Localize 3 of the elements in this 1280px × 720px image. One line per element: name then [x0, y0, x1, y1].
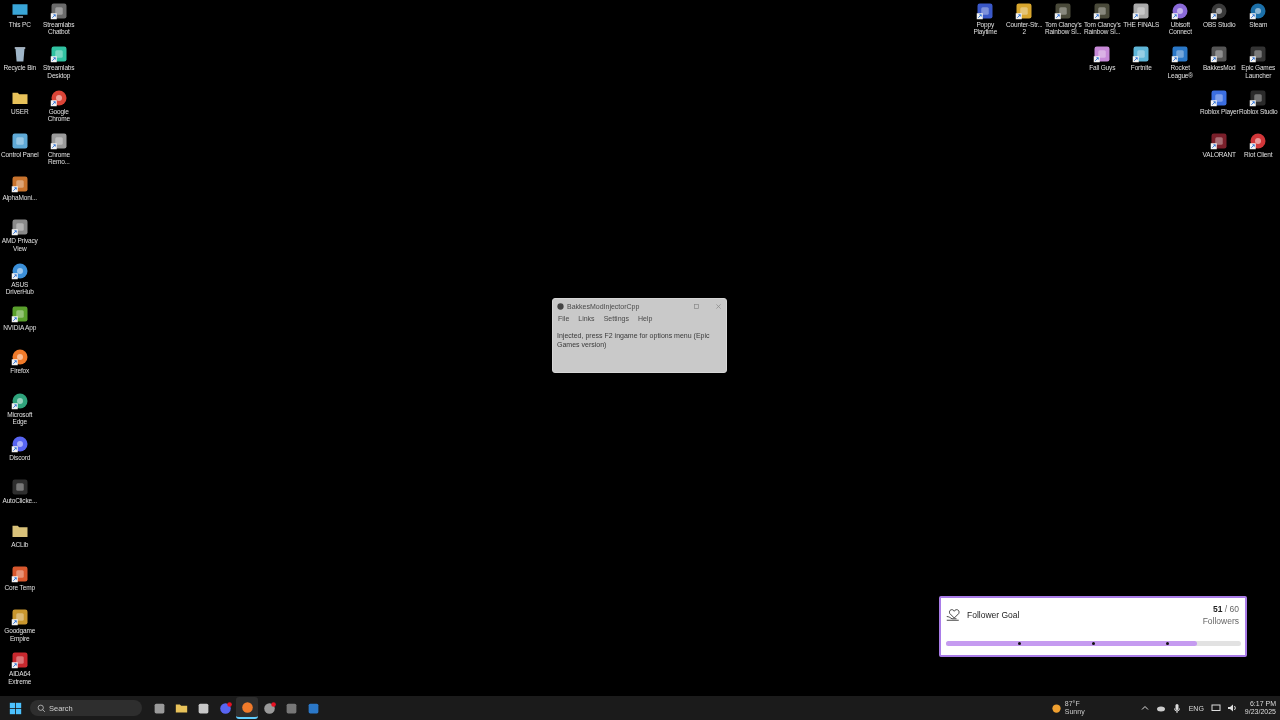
- goal-unit: Followers: [1202, 616, 1239, 626]
- goal-title: Follower Goal: [967, 610, 1021, 620]
- goal-count: 51 / 60: [1213, 604, 1239, 614]
